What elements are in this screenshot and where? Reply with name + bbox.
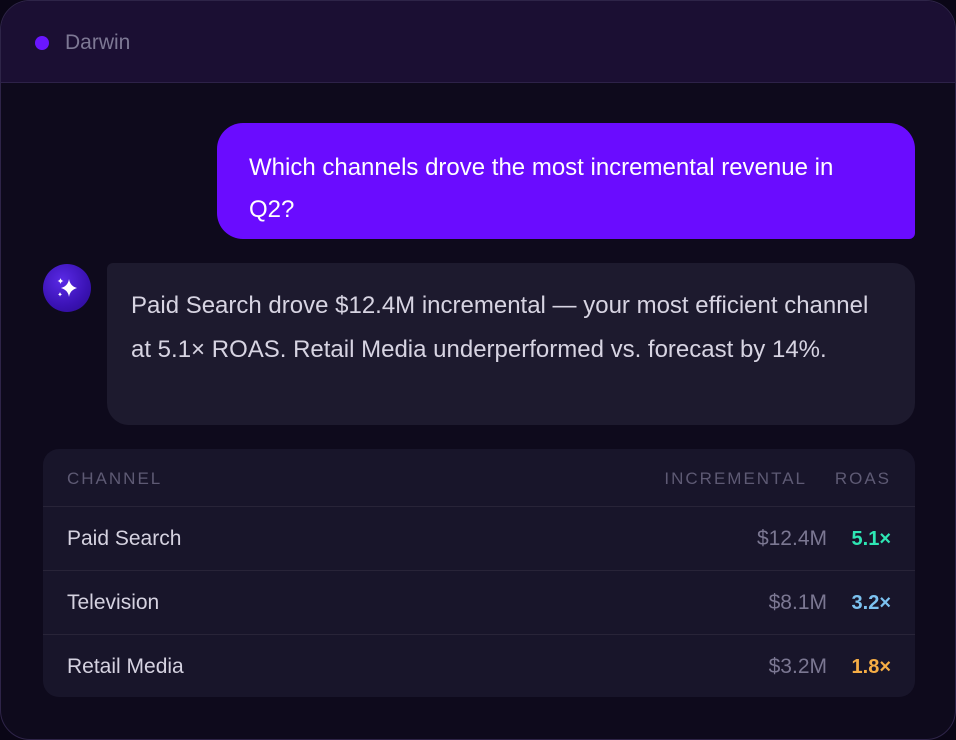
- app-title: Darwin: [65, 31, 131, 54]
- row-incremental: $12.4M: [756, 527, 827, 550]
- chat-window: Darwin Which channels drove the most inc…: [0, 0, 956, 740]
- channel-table: CHANNEL INCREMENTAL ROAS Paid Search $12…: [43, 449, 915, 697]
- row-channel: Retail Media: [67, 655, 184, 678]
- table-header: CHANNEL INCREMENTAL ROAS: [43, 449, 915, 507]
- sparkle-icon: [57, 278, 77, 297]
- row-incremental: $3.2M: [768, 655, 827, 678]
- row-roas: 5.1×: [851, 528, 891, 550]
- table-row: Retail Media $3.2M 1.8×: [43, 635, 915, 697]
- row-roas: 1.8×: [851, 656, 891, 678]
- user-message-bubble: Which channels drove the most incrementa…: [217, 123, 915, 239]
- header-roas: ROAS: [834, 469, 891, 488]
- assistant-avatar: [43, 264, 91, 312]
- status-dot: [35, 36, 49, 50]
- table-row: Television $8.1M 3.2×: [43, 571, 915, 635]
- header-channel: CHANNEL: [67, 469, 163, 488]
- title-bar: Darwin: [1, 1, 955, 83]
- row-channel: Paid Search: [67, 527, 182, 550]
- row-roas: 3.2×: [851, 592, 891, 614]
- header-incremental: INCREMENTAL: [664, 469, 807, 488]
- table-row: Paid Search $12.4M 5.1×: [43, 507, 915, 571]
- assistant-message-bubble: Paid Search drove $12.4M incremental — y…: [107, 263, 915, 425]
- row-channel: Television: [67, 591, 160, 614]
- row-incremental: $8.1M: [768, 591, 827, 614]
